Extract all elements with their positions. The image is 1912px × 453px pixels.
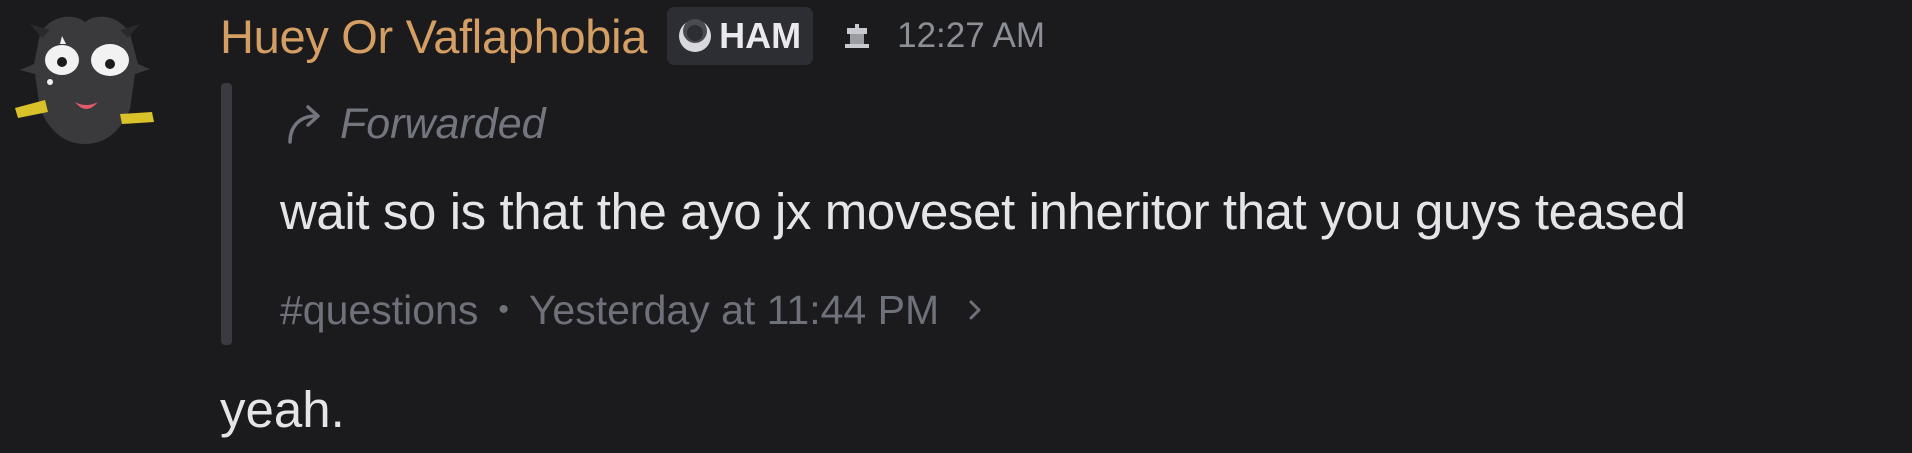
source-timestamp[interactable]: Yesterday at 11:44 PM	[529, 287, 939, 334]
source-channel-link[interactable]: #questions	[280, 287, 478, 334]
forward-header: Forwarded	[282, 96, 546, 152]
forward-source[interactable]: #questions • Yesterday at 11:44 PM	[280, 282, 985, 338]
forwarded-label: Forwarded	[340, 99, 546, 148]
message-header: Huey Or Vaflaphobia HAM 12:27 AM	[220, 6, 1045, 66]
forward-arrow-icon	[288, 105, 320, 144]
chevron-right-icon[interactable]	[965, 296, 985, 324]
moon-icon	[679, 19, 712, 52]
username[interactable]: Huey Or Vaflaphobia	[220, 9, 647, 64]
chat-message: Huey Or Vaflaphobia HAM 12:27 AM Forward…	[0, 0, 1912, 453]
user-avatar[interactable]	[10, 4, 160, 154]
forwarded-message-text: wait so is that the ayo jx moveset inher…	[280, 183, 1686, 240]
bot-icon	[845, 24, 870, 48]
server-tag[interactable]: HAM	[667, 7, 814, 65]
message-text: yeah.	[220, 381, 345, 438]
forward-quote-bar	[221, 83, 232, 345]
meta-separator: •	[498, 293, 509, 326]
server-tag-label: HAM	[719, 15, 802, 56]
message-timestamp[interactable]: 12:27 AM	[897, 16, 1045, 56]
